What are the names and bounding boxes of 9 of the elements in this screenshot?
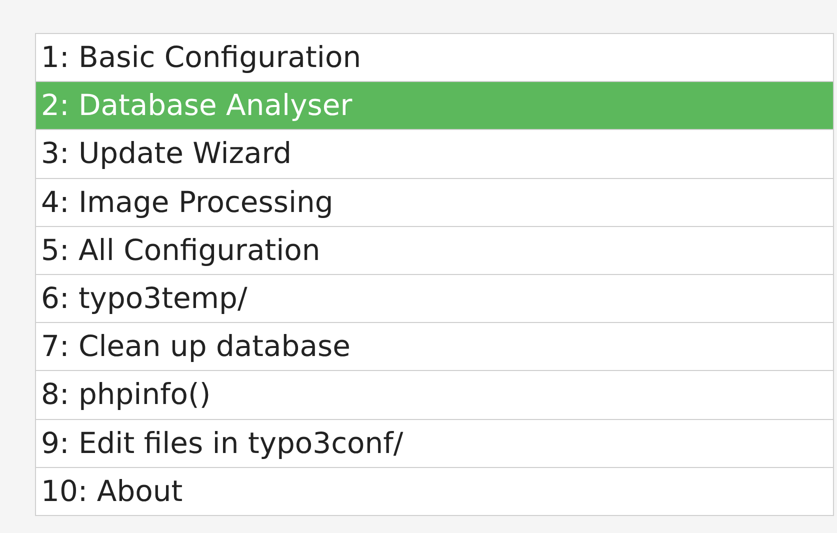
menu-item[interactable]: 5: All Configuration	[36, 226, 833, 274]
menu-item[interactable]: 4: Image Processing	[36, 178, 833, 226]
menu-item[interactable]: 7: Clean up database	[36, 322, 833, 370]
menu-item[interactable]: 3: Update Wizard	[36, 129, 833, 178]
menu-item[interactable]: 8: phpinfo()	[36, 370, 833, 418]
menu-item[interactable]: 6: typo3temp/	[36, 274, 833, 322]
menu-item[interactable]: 1: Basic Configuration	[36, 34, 833, 82]
menu-item[interactable]: 10: About	[36, 466, 833, 515]
menu-item[interactable]: 9: Edit files in typo3conf/	[36, 418, 833, 467]
